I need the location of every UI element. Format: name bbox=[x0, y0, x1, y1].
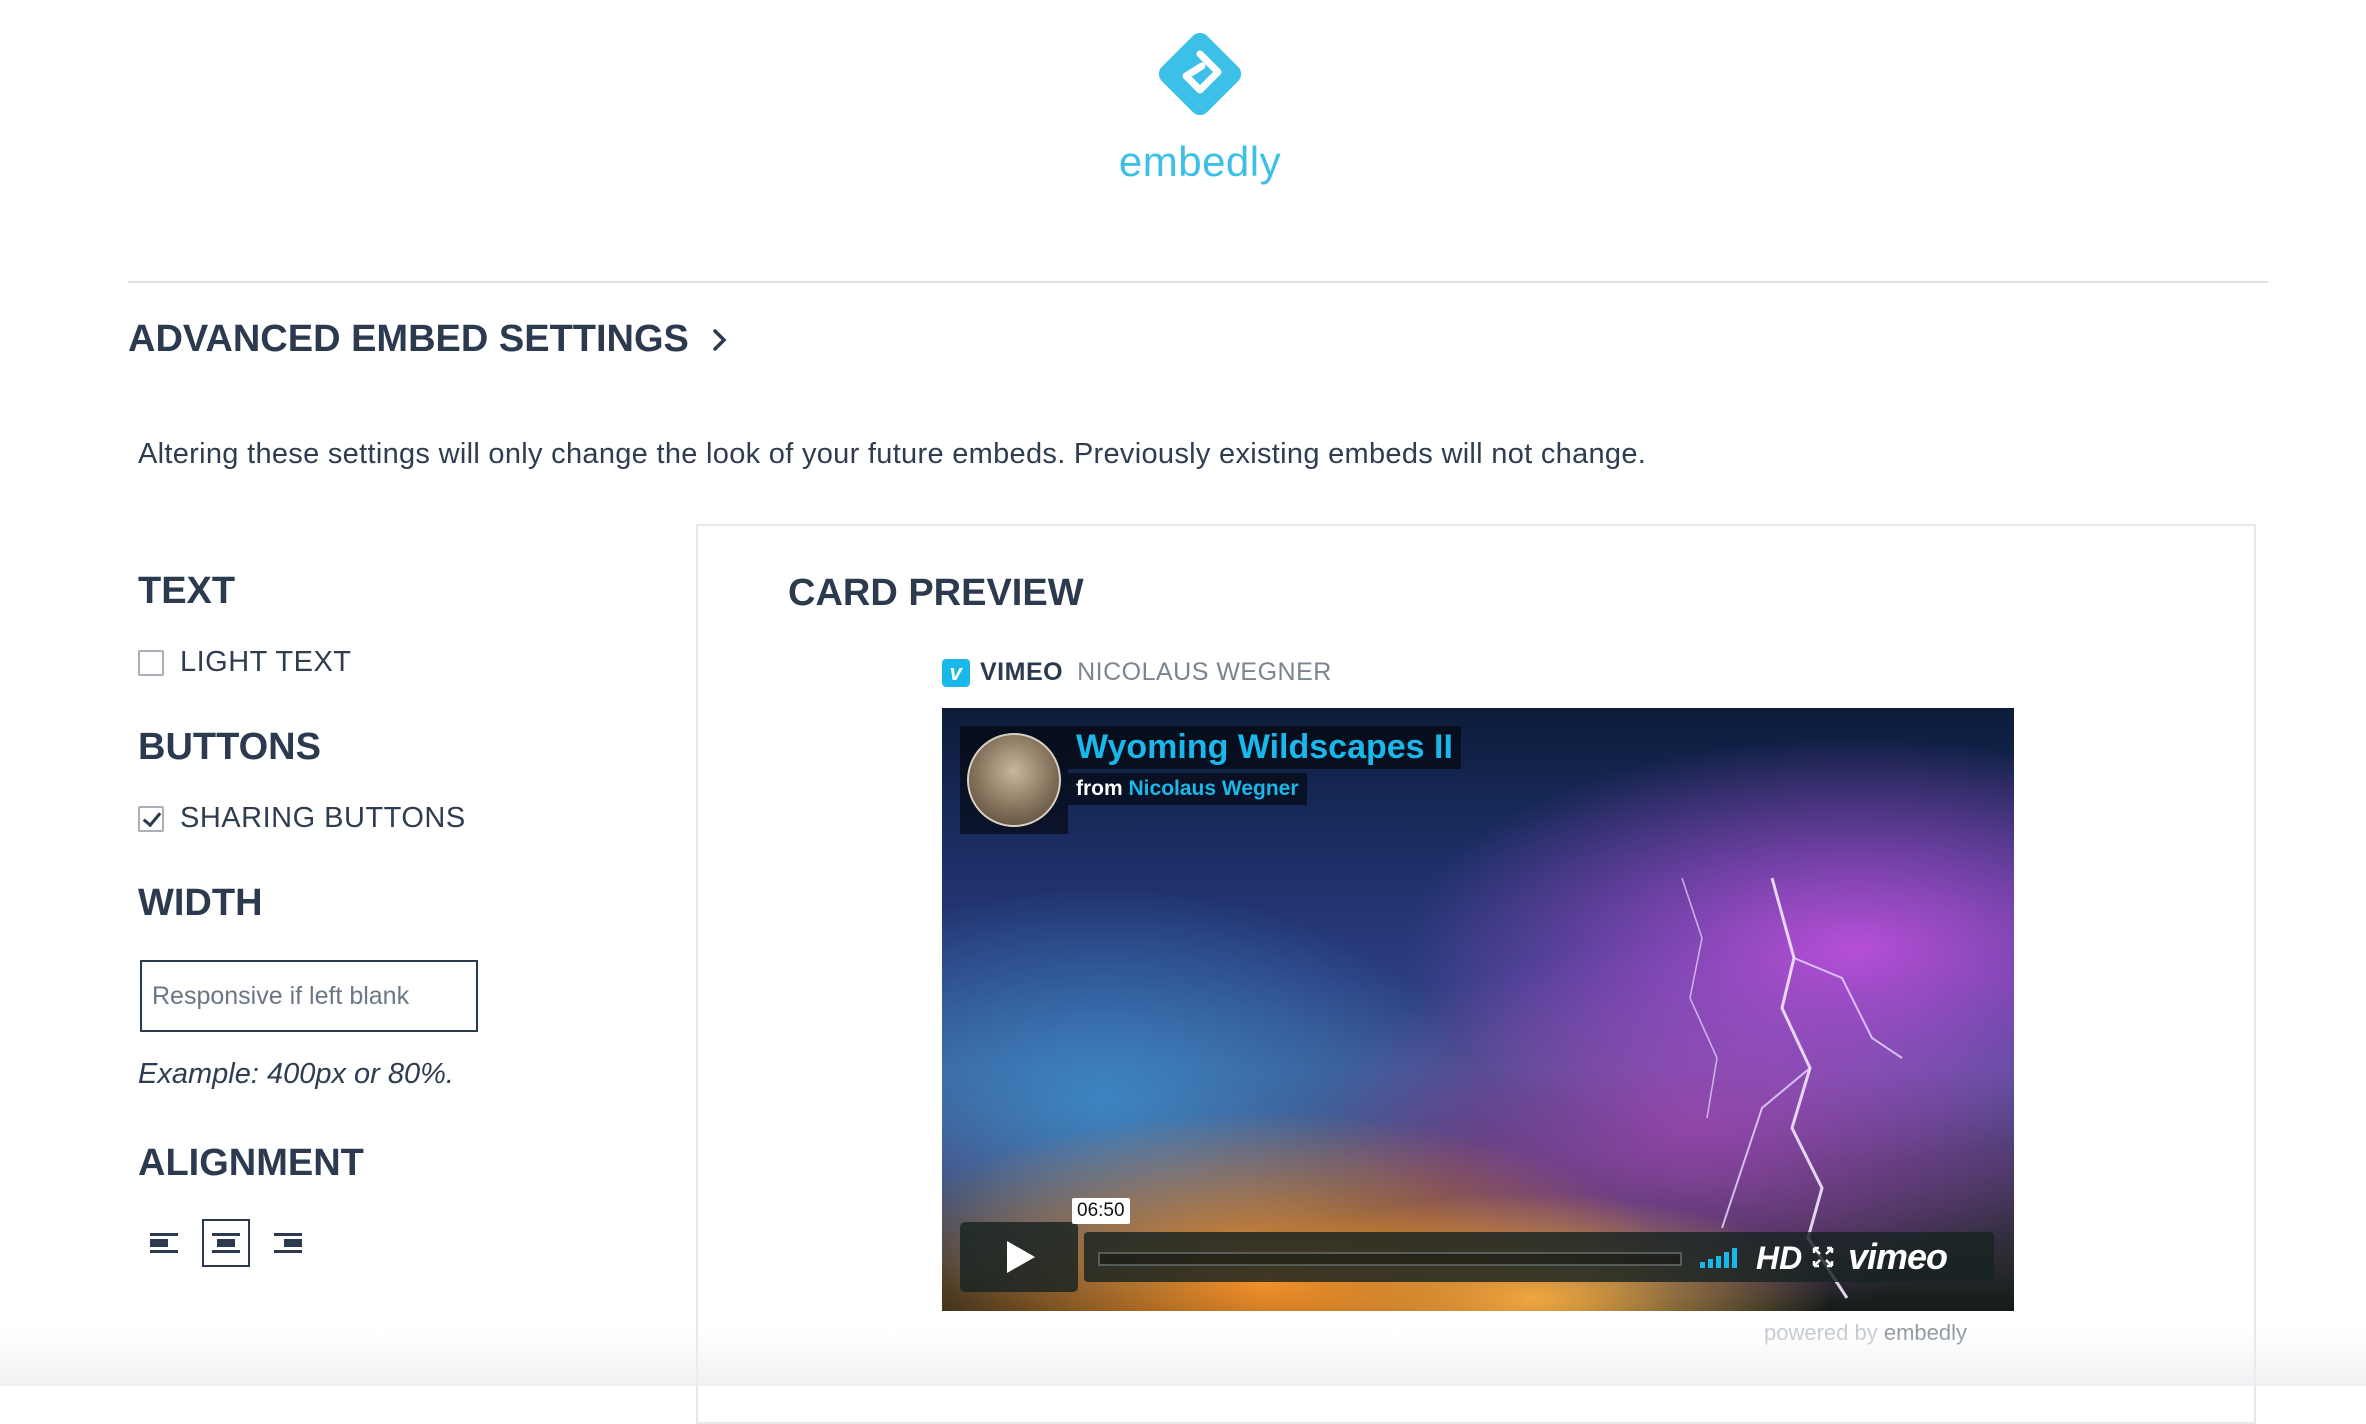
author-name[interactable]: NICOLAUS WEGNER bbox=[1077, 658, 1332, 687]
byline-prefix: from bbox=[1076, 777, 1123, 800]
author-avatar[interactable] bbox=[960, 726, 1068, 834]
provider-name[interactable]: VIMEO bbox=[980, 658, 1063, 687]
powered-prefix: powered by bbox=[1764, 1320, 1878, 1345]
sharing-buttons-option[interactable]: SHARING BUTTONS bbox=[138, 802, 466, 835]
align-center-icon bbox=[212, 1233, 240, 1253]
align-center-button[interactable] bbox=[202, 1219, 250, 1267]
text-section-title: TEXT bbox=[138, 570, 236, 612]
light-text-checkbox[interactable] bbox=[138, 649, 164, 676]
video-title[interactable]: Wyoming Wildscapes II bbox=[1068, 726, 1461, 769]
advanced-settings-toggle[interactable]: ADVANCED EMBED SETTINGS bbox=[128, 318, 733, 361]
control-bar: 06:50 HD vimeo bbox=[1072, 1198, 1994, 1282]
alignment-options bbox=[140, 1219, 312, 1267]
width-section-title: WIDTH bbox=[138, 882, 263, 924]
powered-brand: embedly bbox=[1883, 1320, 1968, 1345]
chevron-right-icon bbox=[713, 328, 727, 351]
vimeo-logo[interactable]: vimeo bbox=[1848, 1236, 1948, 1278]
alignment-section-title: ALIGNMENT bbox=[138, 1142, 364, 1184]
powered-by[interactable]: powered by embedly bbox=[1764, 1320, 1967, 1346]
buttons-section-title: BUTTONS bbox=[138, 726, 321, 768]
width-input[interactable] bbox=[140, 960, 478, 1032]
advanced-settings-title: ADVANCED EMBED SETTINGS bbox=[128, 318, 689, 360]
play-icon bbox=[1007, 1241, 1035, 1273]
sharing-buttons-label: SHARING BUTTONS bbox=[180, 802, 466, 834]
align-left-button[interactable] bbox=[140, 1219, 188, 1267]
player-controls: 06:50 HD vimeo bbox=[960, 1198, 1994, 1292]
volume-icon[interactable] bbox=[1700, 1246, 1737, 1268]
timecode: 06:50 bbox=[1072, 1198, 1130, 1224]
sharing-buttons-checkbox[interactable] bbox=[138, 805, 164, 832]
embedly-logo-icon bbox=[1158, 32, 1242, 116]
hd-toggle[interactable]: HD bbox=[1756, 1240, 1802, 1277]
video-byline: from Nicolaus Wegner bbox=[1068, 773, 1307, 805]
align-right-button[interactable] bbox=[264, 1219, 312, 1267]
fullscreen-icon[interactable] bbox=[1812, 1246, 1834, 1268]
brand-wordmark: embedly bbox=[1118, 138, 1282, 185]
light-text-option[interactable]: LIGHT TEXT bbox=[138, 646, 352, 679]
video-title-block: Wyoming Wildscapes II from Nicolaus Wegn… bbox=[1068, 726, 1461, 805]
avatar-image bbox=[967, 733, 1061, 827]
card-preview-title: CARD PREVIEW bbox=[788, 572, 1084, 614]
play-button[interactable] bbox=[960, 1222, 1078, 1292]
vimeo-icon: v bbox=[942, 658, 970, 687]
align-left-icon bbox=[150, 1233, 178, 1253]
embed-provider-row: v VIMEO NICOLAUS WEGNER bbox=[942, 658, 1332, 687]
progress-bar[interactable] bbox=[1098, 1252, 1682, 1266]
width-example: Example: 400px or 80%. bbox=[138, 1058, 454, 1090]
header-divider bbox=[128, 281, 2268, 283]
align-right-icon bbox=[274, 1233, 302, 1253]
light-text-label: LIGHT TEXT bbox=[180, 646, 352, 678]
byline-author[interactable]: Nicolaus Wegner bbox=[1129, 777, 1299, 800]
video-player[interactable]: Wyoming Wildscapes II from Nicolaus Wegn… bbox=[942, 708, 2014, 1311]
settings-notice: Altering these settings will only change… bbox=[138, 438, 1647, 470]
video-header: Wyoming Wildscapes II from Nicolaus Wegn… bbox=[960, 726, 1461, 834]
